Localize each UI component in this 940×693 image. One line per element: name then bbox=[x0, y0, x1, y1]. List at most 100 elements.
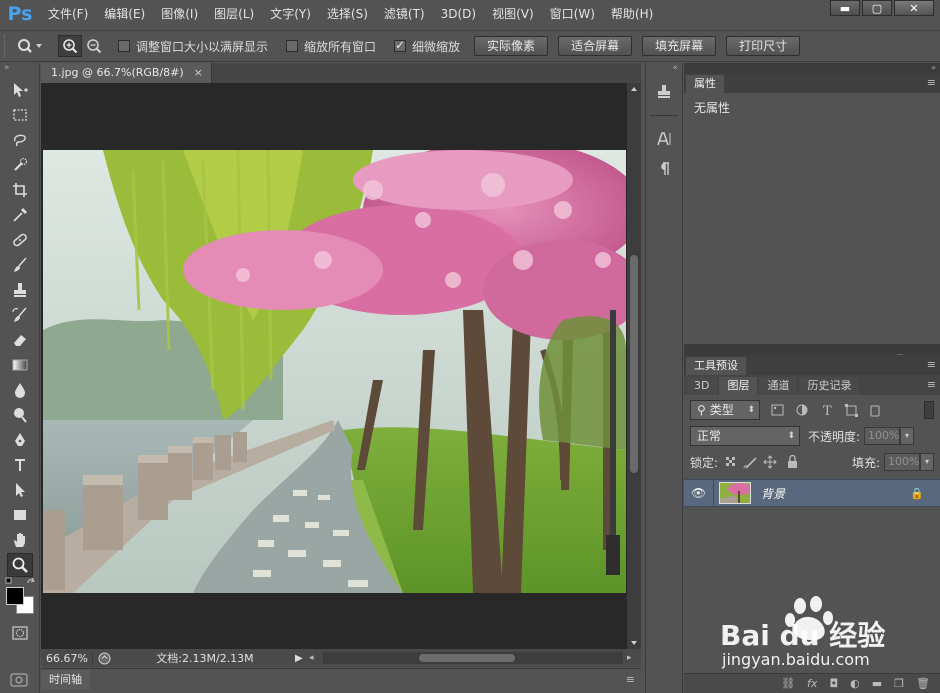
scrubby-zoom-box[interactable] bbox=[394, 38, 407, 52]
menu-select[interactable]: 选择(S) bbox=[319, 0, 376, 28]
zoom-out-icon[interactable] bbox=[82, 35, 106, 57]
foreground-color-swatch[interactable] bbox=[6, 587, 24, 605]
scrubby-zoom-checkbox[interactable]: 细微缩放 bbox=[394, 38, 460, 55]
status-info-icon[interactable] bbox=[93, 652, 115, 665]
gradient-tool-icon[interactable] bbox=[7, 353, 33, 377]
hand-tool-icon[interactable] bbox=[7, 528, 33, 552]
blur-tool-icon[interactable] bbox=[7, 378, 33, 402]
marquee-tool-icon[interactable] bbox=[7, 103, 33, 127]
print-size-button[interactable]: 打印尺寸 bbox=[726, 36, 801, 56]
dodge-tool-icon[interactable] bbox=[7, 403, 33, 427]
crop-tool-icon[interactable] bbox=[7, 178, 33, 202]
resize-windows-checkbox[interactable]: 调整窗口大小以满屏显示 bbox=[118, 38, 268, 55]
brush-tool-icon[interactable] bbox=[7, 253, 33, 277]
blend-mode-select[interactable]: 正常 ⬍ bbox=[690, 426, 800, 446]
menu-image[interactable]: 图像(I) bbox=[153, 0, 206, 28]
quick-mask-icon[interactable] bbox=[7, 621, 33, 645]
layers-menu-icon[interactable]: ≡ bbox=[927, 378, 936, 391]
close-button[interactable]: ✕ bbox=[894, 0, 934, 16]
horizontal-scrollbar[interactable] bbox=[323, 652, 623, 664]
vertical-scrollbar[interactable] bbox=[627, 83, 641, 649]
pen-tool-icon[interactable] bbox=[7, 428, 33, 452]
tab-tool-presets[interactable]: 工具预设 bbox=[686, 357, 746, 375]
fit-screen-button[interactable]: 适合屏幕 bbox=[558, 36, 633, 56]
tab-channels[interactable]: 通道 bbox=[759, 377, 798, 395]
timeline-toggle-icon[interactable] bbox=[8, 672, 32, 688]
minimize-button[interactable]: ▬ bbox=[830, 0, 860, 16]
tab-properties[interactable]: 属性 bbox=[686, 75, 724, 93]
zoom-level[interactable]: 66.67% bbox=[41, 651, 93, 665]
fill-screen-button[interactable]: 填充屏幕 bbox=[642, 36, 717, 56]
color-swatches[interactable] bbox=[4, 577, 38, 617]
vertical-scroll-thumb[interactable] bbox=[630, 255, 638, 473]
layer-filter-toggle[interactable] bbox=[924, 401, 934, 419]
tools-collapse-icon[interactable]: » bbox=[0, 63, 39, 77]
menu-edit[interactable]: 编辑(E) bbox=[96, 0, 153, 28]
zoom-tool-icon[interactable] bbox=[7, 553, 33, 577]
layer-row-background[interactable]: 👁 背景 🔒 bbox=[684, 479, 940, 507]
new-group-icon[interactable]: ▬ bbox=[872, 677, 882, 690]
menu-3d[interactable]: 3D(D) bbox=[433, 0, 484, 28]
path-selection-tool-icon[interactable] bbox=[7, 478, 33, 502]
tool-presets-menu-icon[interactable]: ≡ bbox=[927, 358, 936, 371]
timeline-menu-icon[interactable]: ≡ bbox=[626, 673, 635, 686]
type-tool-icon[interactable] bbox=[7, 453, 33, 477]
maximize-button[interactable]: ▢ bbox=[862, 0, 892, 16]
character-panel-icon[interactable] bbox=[650, 126, 678, 152]
menu-filter[interactable]: 滤镜(T) bbox=[376, 0, 433, 28]
layer-name[interactable]: 背景 bbox=[761, 485, 910, 502]
zoom-all-checkbox[interactable]: 缩放所有窗口 bbox=[286, 38, 376, 55]
zoom-tool-preset-icon[interactable] bbox=[12, 35, 48, 57]
menu-type[interactable]: 文字(Y) bbox=[262, 0, 319, 28]
move-tool-icon[interactable] bbox=[7, 78, 33, 102]
layer-style-fx-icon[interactable]: fx bbox=[807, 677, 817, 690]
new-layer-icon[interactable]: ❐ bbox=[894, 677, 904, 690]
tab-3d[interactable]: 3D bbox=[686, 377, 718, 395]
menu-view[interactable]: 视图(V) bbox=[484, 0, 542, 28]
opacity-arrow-icon[interactable]: ▾ bbox=[900, 427, 915, 445]
paragraph-panel-icon[interactable] bbox=[650, 156, 678, 182]
timeline-tab[interactable]: 时间轴 bbox=[41, 669, 90, 690]
rectangle-tool-icon[interactable] bbox=[7, 503, 33, 527]
layer-filter-select[interactable]: ⚲ 类型 ⬍ bbox=[690, 400, 760, 420]
canvas-area[interactable] bbox=[41, 83, 627, 649]
adjustment-layer-icon[interactable]: ◐ bbox=[850, 677, 860, 690]
resize-windows-box[interactable] bbox=[118, 40, 130, 52]
actual-pixels-button[interactable]: 实际像素 bbox=[474, 36, 549, 56]
options-grip[interactable] bbox=[4, 35, 12, 57]
fill-input[interactable]: 100% bbox=[884, 453, 920, 471]
right-dock-collapse-icon[interactable]: » bbox=[684, 63, 940, 73]
menu-help[interactable]: 帮助(H) bbox=[603, 0, 661, 28]
eraser-tool-icon[interactable] bbox=[7, 328, 33, 352]
layer-visibility-eye-icon[interactable]: 👁 bbox=[684, 479, 714, 507]
menu-file[interactable]: 文件(F) bbox=[40, 0, 96, 28]
horizontal-scroll-thumb[interactable] bbox=[419, 654, 515, 662]
menu-window[interactable]: 窗口(W) bbox=[542, 0, 603, 28]
clone-source-icon[interactable] bbox=[650, 79, 678, 105]
dock-expand-icon[interactable]: « bbox=[646, 63, 682, 75]
zoom-in-icon[interactable] bbox=[58, 35, 82, 57]
hscroll-right-arrow-icon[interactable]: ▸ bbox=[627, 653, 641, 663]
lasso-tool-icon[interactable] bbox=[7, 128, 33, 152]
fill-arrow-icon[interactable]: ▾ bbox=[920, 453, 934, 471]
canvas-image[interactable] bbox=[43, 150, 626, 593]
quick-selection-tool-icon[interactable] bbox=[7, 153, 33, 177]
eyedropper-tool-icon[interactable] bbox=[7, 203, 33, 227]
hscroll-left-arrow-icon[interactable]: ◂ bbox=[309, 653, 319, 663]
clone-stamp-tool-icon[interactable] bbox=[7, 278, 33, 302]
add-mask-icon[interactable]: ◘ bbox=[829, 677, 838, 690]
document-tab-close-icon[interactable]: × bbox=[194, 63, 203, 83]
link-layers-icon[interactable]: ⛓ bbox=[781, 677, 795, 690]
opacity-input[interactable]: 100% bbox=[864, 427, 901, 445]
healing-brush-tool-icon[interactable] bbox=[7, 228, 33, 252]
tab-history[interactable]: 历史记录 bbox=[799, 377, 860, 395]
zoom-all-box[interactable] bbox=[286, 40, 299, 52]
menu-layer[interactable]: 图层(L) bbox=[206, 0, 262, 28]
document-tab[interactable]: 1.jpg @ 66.7%(RGB/8#) × bbox=[41, 63, 212, 83]
delete-layer-icon[interactable]: 🗑 bbox=[916, 677, 930, 690]
properties-menu-icon[interactable]: ≡ bbox=[927, 76, 936, 89]
history-brush-tool-icon[interactable] bbox=[7, 303, 33, 327]
default-colors-icon bbox=[5, 577, 35, 584]
tab-layers[interactable]: 图层 bbox=[719, 377, 758, 395]
status-menu-arrow-icon[interactable]: ▶ bbox=[295, 653, 309, 664]
